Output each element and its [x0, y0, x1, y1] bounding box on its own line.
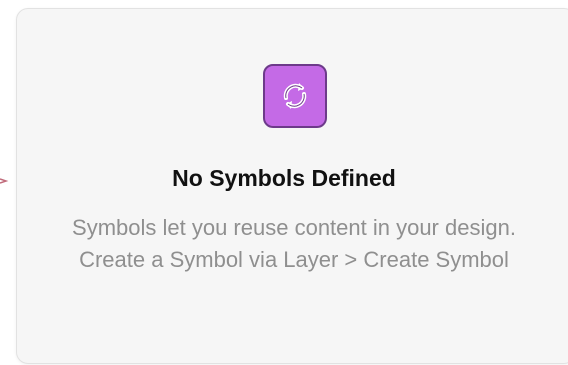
- symbols-view: No Symbols Defined Symbols let you reuse…: [0, 0, 568, 365]
- sync-arrows-icon: [263, 64, 327, 128]
- empty-state-description: Symbols let you reuse content in your de…: [72, 215, 516, 272]
- empty-state-title: No Symbols Defined: [172, 165, 396, 191]
